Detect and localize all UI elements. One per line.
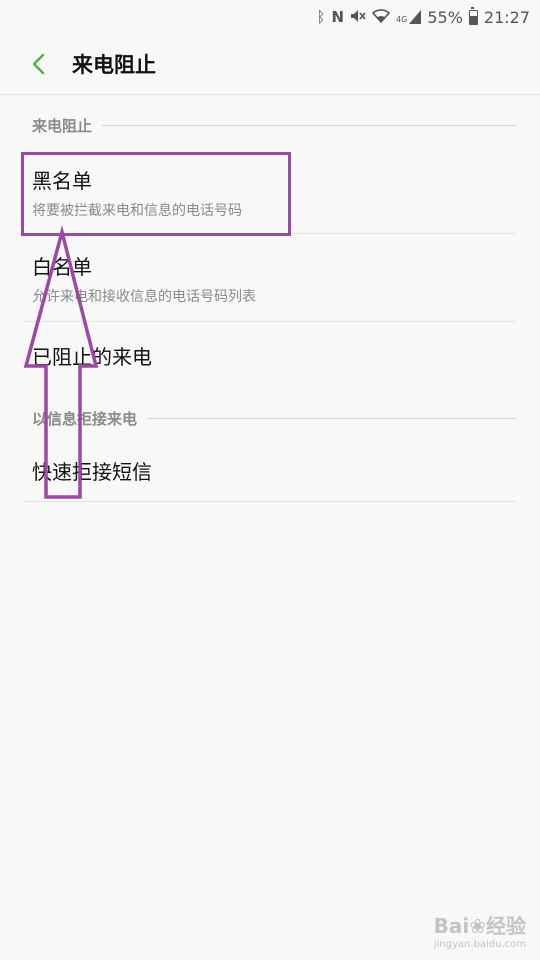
app-bar-divider xyxy=(0,94,540,95)
watermark-brand: Bai xyxy=(433,914,470,938)
wifi-icon xyxy=(371,8,391,26)
list-item-blocked-calls[interactable]: 已阻止的来电 xyxy=(24,324,516,386)
section-header-label: 来电阻止 xyxy=(32,117,93,135)
list-item-label: 已阻止的来电 xyxy=(32,344,152,369)
battery-icon xyxy=(468,6,478,25)
mute-icon xyxy=(350,9,366,26)
bluetooth-icon: ᛒ xyxy=(316,7,326,26)
signal-label: 4G xyxy=(396,15,408,24)
section-header-line xyxy=(147,418,516,419)
chevron-left-icon xyxy=(32,53,45,75)
section-header-line xyxy=(102,125,516,126)
list-item-label: 快速拒接短信 xyxy=(32,459,152,484)
page-title: 来电阻止 xyxy=(72,53,156,77)
section-header-call-blocking: 来电阻止 xyxy=(32,115,516,136)
list-item-whitelist[interactable]: 白名单 允许来电和接收信息的电话号码列表 xyxy=(24,236,516,320)
annotation-highlight-box xyxy=(21,152,291,236)
nfc-icon: N xyxy=(331,7,345,26)
list-item-description: 允许来电和接收信息的电话号码列表 xyxy=(32,288,256,305)
status-bar: ᛒ N 4G 55% 21:27 xyxy=(0,0,540,34)
watermark-brand-cn: 经验 xyxy=(486,914,526,938)
section-header-reject-with-message: 以信息拒接来电 xyxy=(32,408,516,429)
battery-percent: 55% xyxy=(427,7,463,27)
list-item-label: 白名单 xyxy=(32,254,92,279)
signal-icon: 4G xyxy=(396,10,422,24)
app-bar: 来电阻止 xyxy=(0,34,540,94)
list-divider xyxy=(24,321,516,322)
list-item-quick-decline-messages[interactable]: 快速拒接短信 xyxy=(24,440,516,500)
watermark-url: jingyan.baidu.com xyxy=(433,939,526,950)
clock: 21:27 xyxy=(483,7,530,27)
back-button[interactable] xyxy=(22,47,56,81)
watermark-logo: Bai❀经验 jingyan.baidu.com xyxy=(434,910,526,950)
section-header-label: 以信息拒接来电 xyxy=(32,410,138,428)
list-divider xyxy=(24,501,516,502)
paw-icon: ❀ xyxy=(469,914,486,938)
